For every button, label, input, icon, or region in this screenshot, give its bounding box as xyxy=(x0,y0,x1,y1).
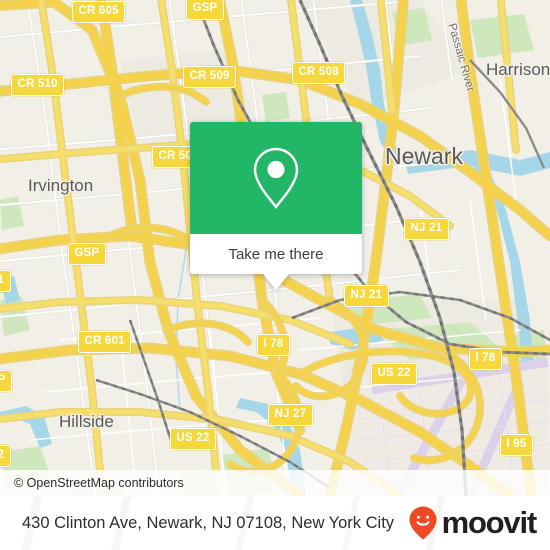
map-pin-icon xyxy=(253,147,299,209)
road-shield-gsp-mid[interactable]: GSP xyxy=(68,243,106,265)
road-shield-us-22-east[interactable]: US 22 xyxy=(371,363,417,385)
address-label: 430 Clinton Ave, Newark, NJ 07108, New Y… xyxy=(22,513,395,532)
road-shield-i-78-east[interactable]: I 78 xyxy=(469,348,502,370)
road-shield-clipped-left-3[interactable]: 2 xyxy=(0,445,11,467)
road-shield-cr-605[interactable]: CR 605 xyxy=(72,1,126,23)
road-shield-nj-27[interactable]: NJ 27 xyxy=(268,404,313,426)
road-shield-cr-510[interactable]: CR 510 xyxy=(11,74,65,96)
take-me-there-popup[interactable]: Take me there xyxy=(190,122,362,290)
map-attribution-bar: © OpenStreetMap contributors xyxy=(0,470,550,496)
road-shield-cr-508[interactable]: CR 508 xyxy=(292,62,346,84)
road-shield-i-78-west[interactable]: I 78 xyxy=(257,334,290,356)
road-shield-us-22-west[interactable]: US 22 xyxy=(170,428,216,450)
moovit-smiley-pin-icon xyxy=(409,506,437,540)
popup-header xyxy=(190,122,362,234)
road-shield-nj-21-lower[interactable]: NJ 21 xyxy=(344,285,389,307)
moovit-map-screenshot: Irvington Newark Harrison Hillside Passa… xyxy=(0,0,550,550)
road-shield-nj-21-upper[interactable]: NJ 21 xyxy=(404,218,449,240)
bottom-info-bar: 430 Clinton Ave, Newark, NJ 07108, New Y… xyxy=(0,496,550,550)
road-shield-clipped-left-2[interactable]: P xyxy=(0,370,12,392)
road-shield-i-95[interactable]: I 95 xyxy=(500,434,533,456)
road-shield-clipped-left-1[interactable]: 1 xyxy=(0,270,11,292)
moovit-wordmark: moovit xyxy=(441,504,538,540)
take-me-there-label: Take me there xyxy=(228,245,324,263)
moovit-brand: moovit xyxy=(408,504,538,541)
map-canvas[interactable]: Irvington Newark Harrison Hillside Passa… xyxy=(0,0,550,496)
osm-attribution-text: © OpenStreetMap contributors xyxy=(14,476,184,490)
popup-pointer-tail xyxy=(263,274,289,290)
road-shield-gsp-north[interactable]: GSP xyxy=(186,0,224,20)
road-shield-cr-601[interactable]: CR 601 xyxy=(78,331,132,353)
take-me-there-button[interactable]: Take me there xyxy=(190,234,362,274)
road-shield-cr-509-top[interactable]: CR 509 xyxy=(183,66,237,88)
